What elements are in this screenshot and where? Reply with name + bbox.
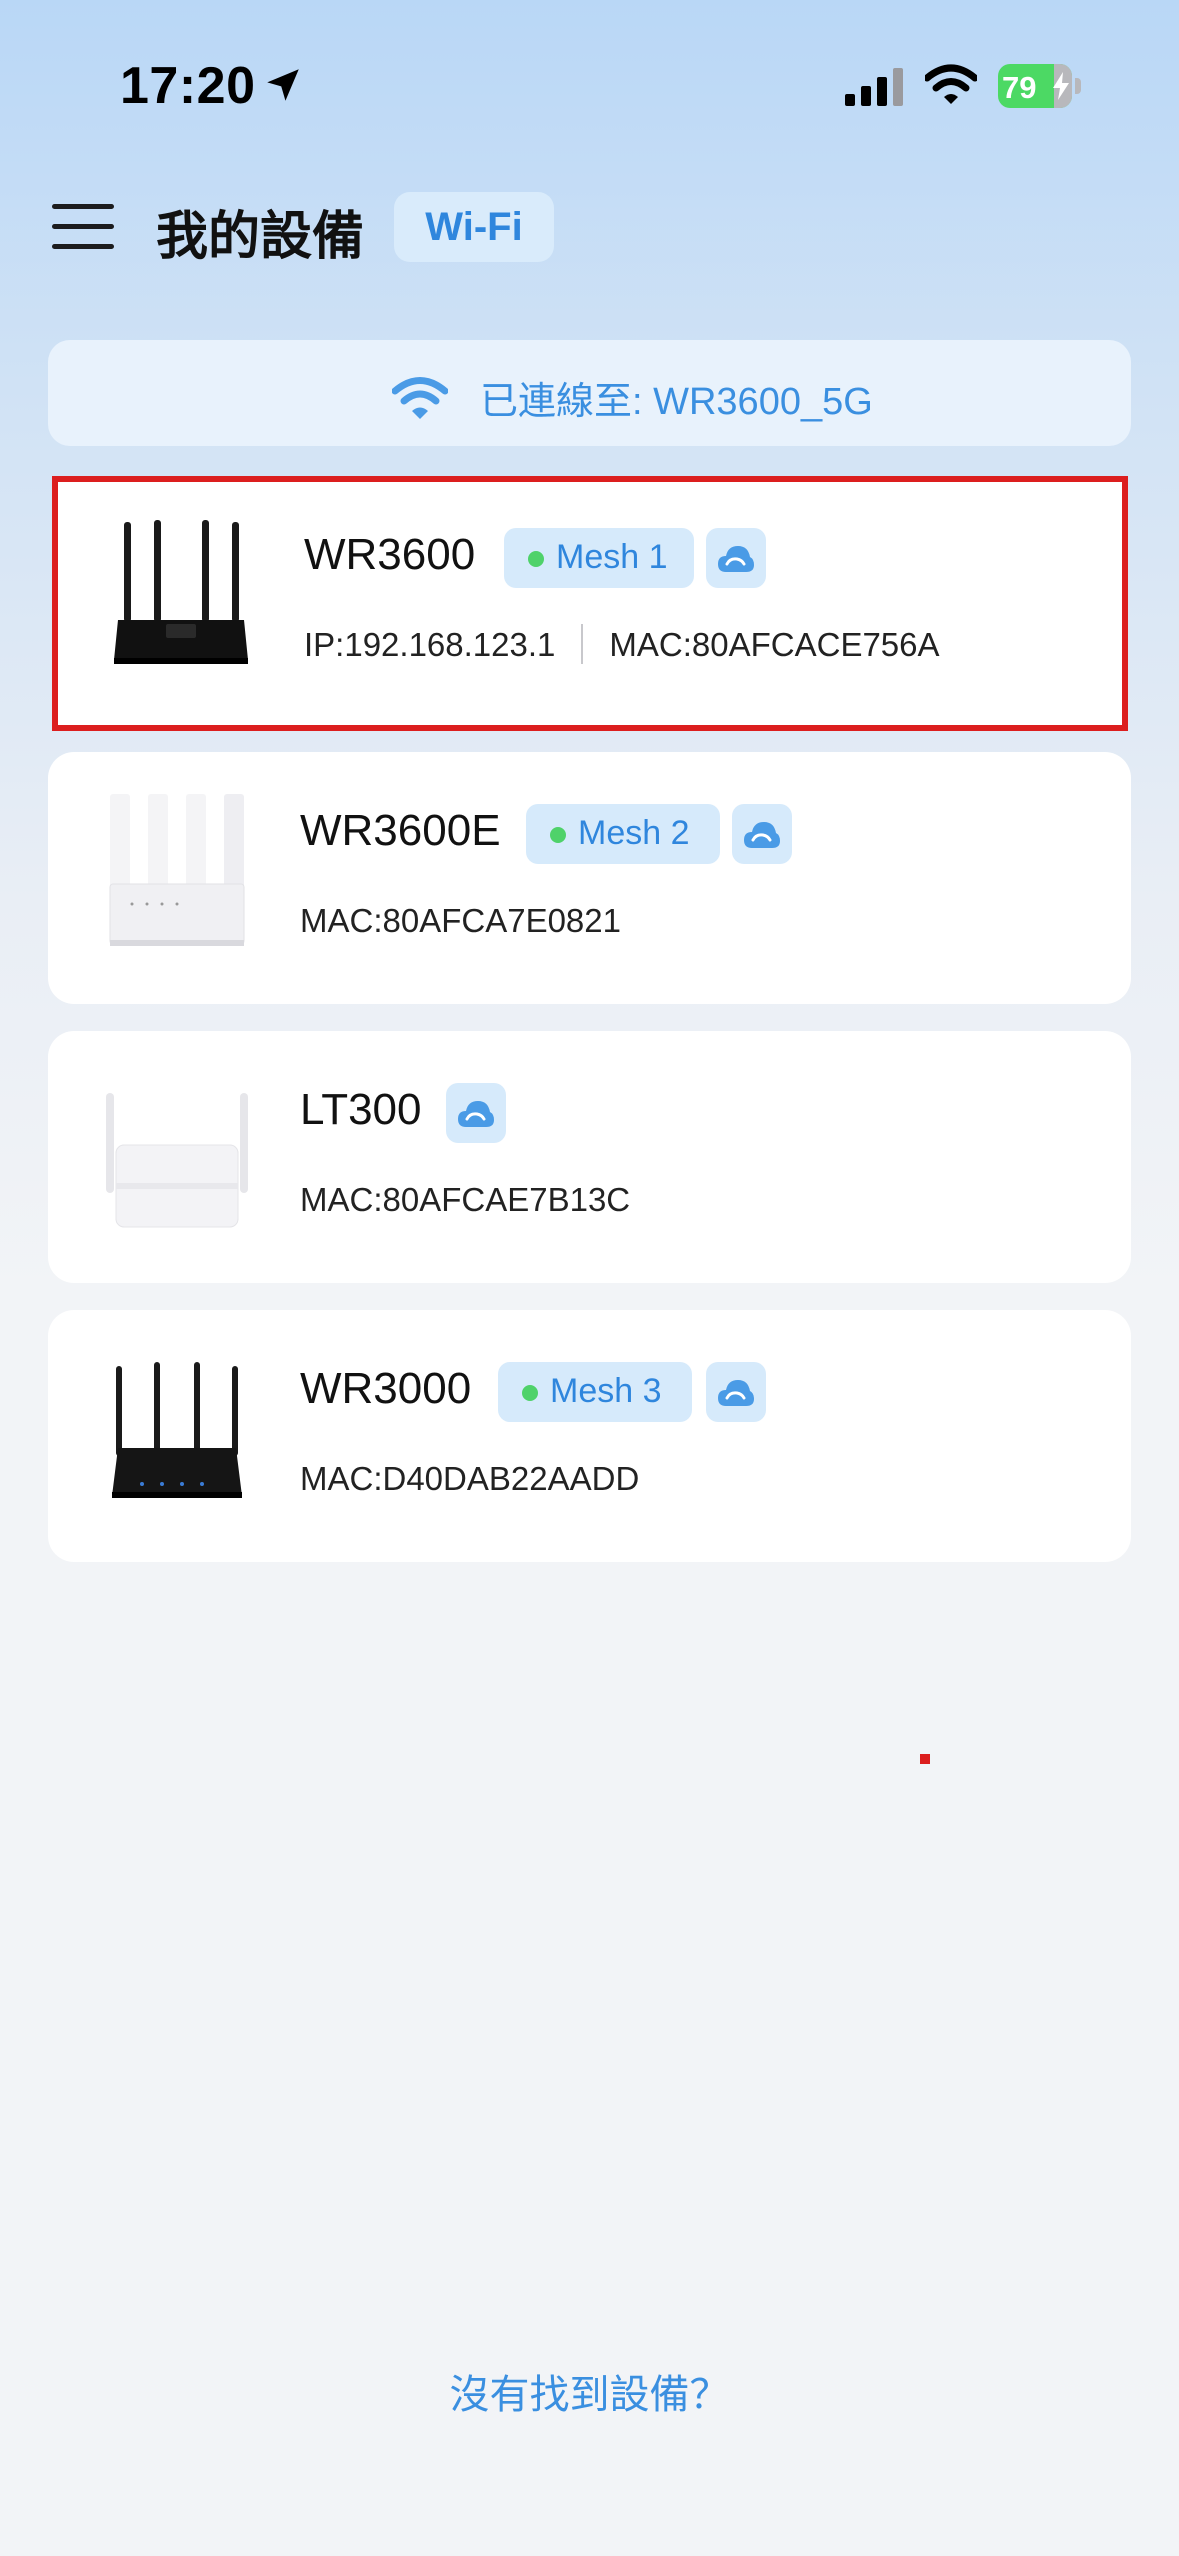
device-ip: IP:192.168.123.1 — [304, 626, 556, 663]
cloud-badge — [446, 1083, 506, 1143]
status-time: 17:20 — [120, 57, 256, 115]
cloud-badge — [706, 1362, 766, 1422]
device-mac: MAC:80AFCA7E0821 — [300, 902, 621, 939]
device-not-found-link[interactable]: 沒有找到設備？ — [0, 2362, 1179, 2420]
device-card-wr3600[interactable]: WR3600 Mesh 1 IP:192.168.123.1 MAC:80AFCA… — [52, 476, 1128, 731]
bolt-icon — [1053, 72, 1069, 100]
battery-level: 79 — [1002, 70, 1037, 105]
device-card-wr3000[interactable]: WR3000 Mesh 3 MAC:D40DAB22AADD — [48, 1310, 1131, 1562]
tab-wifi[interactable]: Wi-Fi — [394, 192, 554, 262]
hamburger-menu-icon[interactable] — [52, 204, 114, 250]
range-extender-white-image — [106, 1093, 248, 1228]
cloud-icon — [718, 546, 754, 572]
device-mac: MAC:80AFCACE756A — [609, 626, 940, 663]
device-mac: MAC:80AFCAE7B13C — [300, 1181, 631, 1218]
connection-banner: 已連線至: WR3600_5G — [48, 340, 1131, 446]
mesh-badge: Mesh 3 — [498, 1362, 692, 1422]
cursor-marker — [920, 1754, 930, 1764]
device-info: MAC:80AFCA7E0821 — [300, 902, 621, 940]
device-mac: MAC:D40DAB22AADD — [300, 1460, 640, 1497]
mesh-label: Mesh 2 — [578, 814, 690, 852]
status-bar: 17:20 79 — [0, 0, 1179, 150]
device-info: MAC:80AFCAE7B13C — [300, 1181, 630, 1219]
device-name: WR3600 — [304, 530, 476, 579]
page-title: 我的設備 — [156, 208, 365, 266]
wifi-icon — [392, 377, 448, 419]
router-white-image — [109, 794, 245, 946]
battery-charging-icon: 79 — [998, 64, 1082, 108]
device-name: LT300 — [300, 1085, 422, 1134]
router-black-image — [112, 1362, 242, 1498]
mesh-badge: Mesh 2 — [526, 804, 720, 864]
device-info: MAC:D40DAB22AADD — [300, 1460, 639, 1498]
location-arrow-icon — [267, 69, 299, 101]
device-info: IP:192.168.123.1 MAC:80AFCACE756A — [304, 624, 940, 667]
cloud-icon — [718, 1380, 754, 1406]
mesh-label: Mesh 1 — [556, 538, 668, 576]
cloud-badge — [732, 804, 792, 864]
router-black-image — [114, 520, 248, 664]
online-status-dot — [528, 551, 544, 567]
device-card-wr3600e[interactable]: WR3600E Mesh 2 MAC:80AFCA7E0821 — [48, 752, 1131, 1004]
online-status-dot — [522, 1385, 538, 1401]
connection-text: 已連線至: WR3600_5G — [480, 381, 873, 423]
cloud-badge — [706, 528, 766, 588]
cloud-icon — [458, 1101, 494, 1127]
cloud-icon — [744, 822, 780, 848]
online-status-dot — [550, 827, 566, 843]
device-name: WR3000 — [300, 1364, 472, 1413]
device-name: WR3600E — [300, 806, 501, 855]
wifi-icon — [925, 64, 977, 104]
device-card-lt300[interactable]: LT300 MAC:80AFCAE7B13C — [48, 1031, 1131, 1283]
divider — [581, 624, 584, 665]
cellular-signal-icon — [845, 68, 903, 106]
mesh-badge: Mesh 1 — [504, 528, 694, 588]
mesh-label: Mesh 3 — [550, 1372, 662, 1410]
